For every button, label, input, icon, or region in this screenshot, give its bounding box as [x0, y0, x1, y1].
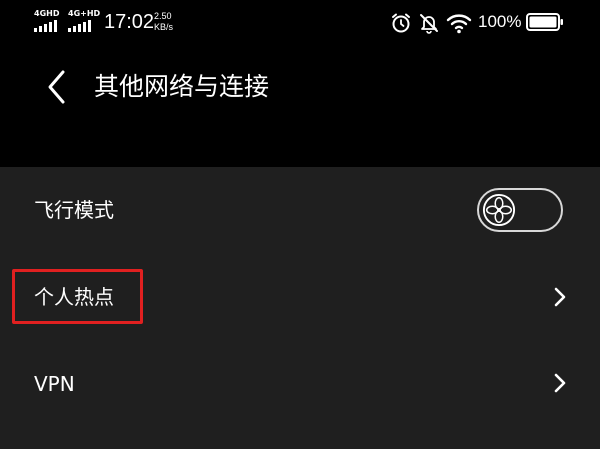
speed-value: 2.50: [154, 11, 172, 21]
airplane-mode-row[interactable]: 飞行模式: [0, 167, 600, 253]
settings-list: 飞行模式 个人热点 VPN: [0, 167, 600, 449]
airplane-mode-label: 飞行模式: [34, 198, 114, 222]
battery-percent: 100%: [478, 12, 522, 31]
battery-icon: [526, 13, 563, 31]
page-title: 其他网络与连接: [94, 72, 270, 101]
highlight-box: [12, 269, 143, 324]
wifi-icon: [446, 14, 472, 34]
signal-icon: [68, 20, 91, 32]
alarm-icon: [392, 13, 410, 33]
mute-icon: [420, 14, 438, 34]
network-speed: 2.50 KB/s: [154, 11, 173, 33]
chevron-right-icon: [554, 287, 566, 307]
header: 其他网络与连接: [0, 45, 600, 167]
clock: 17:02: [104, 11, 155, 33]
vpn-row[interactable]: VPN: [0, 339, 600, 425]
signal-indicator-1: 4GHD: [34, 9, 64, 35]
speed-unit: KB/s: [154, 22, 174, 32]
back-button[interactable]: [36, 65, 76, 109]
network-type-1: 4GHD: [34, 9, 60, 18]
status-bar: 4GHD 4G+HD 17:02 2.50 KB/s 100%: [0, 0, 600, 45]
vpn-label: VPN: [34, 372, 75, 396]
toggle-knob-icon: [482, 193, 516, 227]
chevron-right-icon: [554, 373, 566, 393]
chevron-left-icon: [48, 70, 65, 104]
airplane-mode-toggle[interactable]: [477, 188, 563, 232]
signal-icon: [34, 20, 57, 32]
network-type-2: 4G+HD: [68, 9, 101, 18]
signal-indicator-2: 4G+HD: [68, 9, 101, 35]
